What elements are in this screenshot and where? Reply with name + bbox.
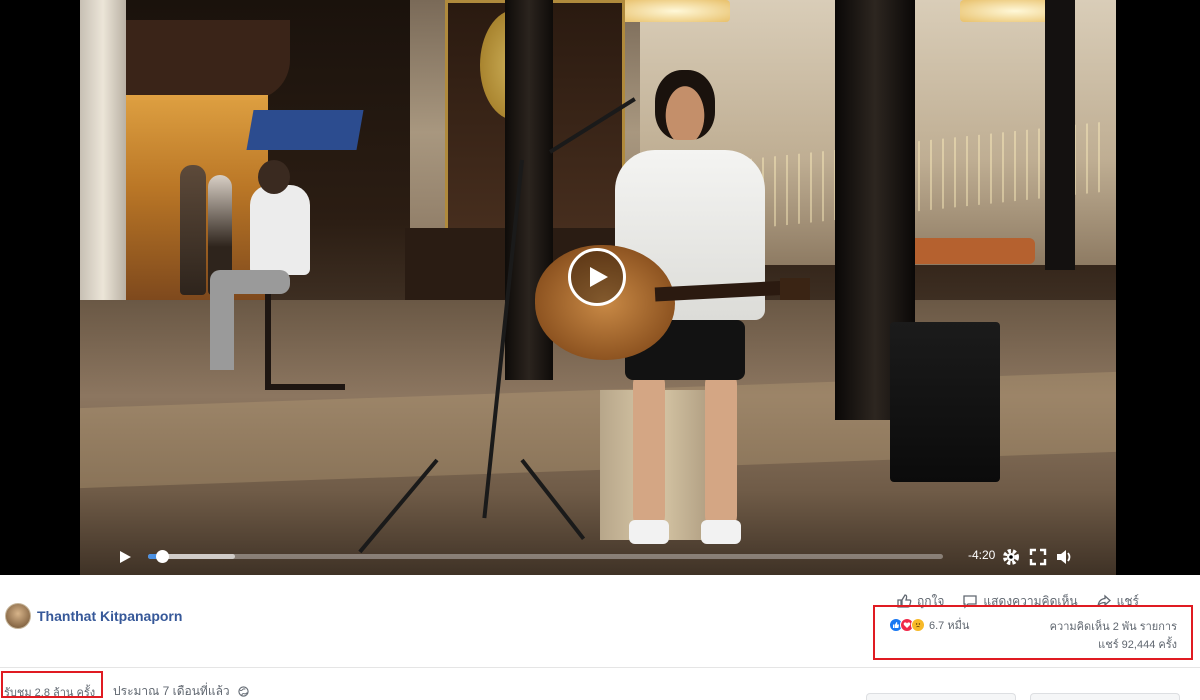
share-count[interactable]: แชร์ 92,444 ครั้ง bbox=[1098, 635, 1177, 653]
post-timestamp: ประมาณ 7 เดือนที่แล้ว bbox=[113, 682, 249, 700]
view-count: รับชม 2.8 ล้าน ครั้ง bbox=[4, 687, 96, 699]
avatar[interactable] bbox=[5, 603, 31, 629]
globe-icon[interactable] bbox=[238, 686, 249, 697]
play-icon bbox=[590, 267, 608, 287]
post-author: Thanthat Kitpanaporn bbox=[5, 603, 182, 629]
divider bbox=[0, 667, 1200, 668]
volume-icon[interactable] bbox=[1055, 547, 1075, 567]
play-icon[interactable] bbox=[116, 548, 134, 566]
video-controls: -4:20 bbox=[0, 540, 1200, 575]
time-ago-label[interactable]: ประมาณ 7 เดือนที่แล้ว bbox=[113, 682, 230, 700]
seated-spectator bbox=[210, 160, 320, 380]
seek-handle[interactable] bbox=[155, 550, 169, 563]
partial-button[interactable] bbox=[1030, 693, 1180, 700]
partial-button[interactable] bbox=[866, 693, 1016, 700]
comment-count[interactable]: ความคิดเห็น 2 พัน รายการ bbox=[1050, 617, 1177, 635]
sad-reaction-icon bbox=[911, 618, 925, 632]
time-remaining: -4:20 bbox=[968, 548, 996, 562]
play-overlay-button[interactable] bbox=[568, 248, 626, 306]
speaker bbox=[890, 322, 1000, 482]
fullscreen-icon[interactable] bbox=[1028, 547, 1048, 567]
gear-icon[interactable] bbox=[1001, 547, 1021, 567]
engagement-stats-highlight: 6.7 หมื่น ความคิดเห็น 2 พัน รายการ แชร์ … bbox=[873, 605, 1193, 660]
reactions-summary[interactable]: 6.7 หมื่น bbox=[889, 616, 969, 634]
seek-bar[interactable] bbox=[148, 550, 943, 563]
author-name[interactable]: Thanthat Kitpanaporn bbox=[37, 608, 182, 624]
video-player[interactable]: -4:20 bbox=[0, 0, 1200, 575]
reaction-count: 6.7 หมื่น bbox=[929, 620, 970, 632]
